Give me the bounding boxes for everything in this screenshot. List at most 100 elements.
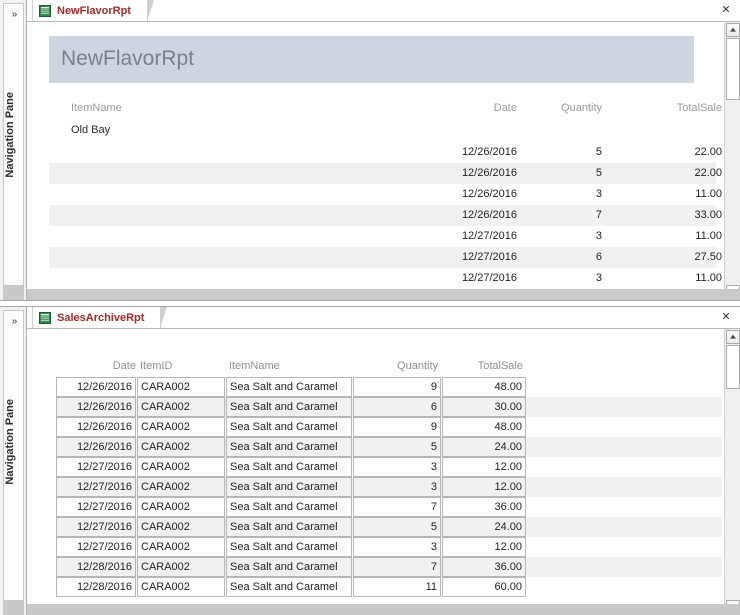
cell-itemid: CARA002: [137, 417, 225, 437]
tab-salesarchiverpt[interactable]: SalesArchiveRpt: [32, 307, 161, 328]
cell-itemname: Sea Salt and Caramel: [226, 477, 352, 497]
vertical-scrollbar-top[interactable]: [724, 22, 740, 300]
scroll-up-arrow-icon[interactable]: [726, 23, 740, 37]
cell-quantity: 5: [522, 163, 602, 184]
cell-itemid: CARA002: [137, 577, 225, 597]
cell-itemname: Sea Salt and Caramel: [226, 577, 352, 597]
cell-itemid: CARA002: [137, 557, 225, 577]
cell-quantity: 11: [353, 577, 441, 597]
tab-label: NewFlavorRpt: [57, 5, 131, 17]
cell-quantity: 6: [522, 247, 602, 268]
document-area-bottom: SalesArchiveRpt ✕ Date ItemID ItemName Q…: [27, 307, 740, 615]
document-area-top: NewFlavorRpt ✕ NewFlavorRpt ItemName Old…: [27, 0, 740, 300]
scroll-up-arrow-icon[interactable]: [726, 330, 740, 344]
cell-date: 12/28/2016: [56, 557, 136, 577]
report-title: NewFlavorRpt: [61, 47, 194, 71]
cell-quantity: 3: [353, 477, 441, 497]
cell-totalsale: 12.00: [442, 457, 526, 477]
cell-itemid: CARA002: [137, 477, 225, 497]
cell-date: 12/26/2016: [56, 437, 136, 457]
tab-newflavorrpt[interactable]: NewFlavorRpt: [32, 0, 148, 21]
report-title-band: NewFlavorRpt: [49, 36, 694, 83]
column-header-quantity: Quantity: [353, 358, 438, 374]
navigation-pane-expand-icon[interactable]: »: [8, 8, 21, 21]
group-header-label: ItemName: [71, 102, 122, 114]
navigation-pane-expand-icon[interactable]: »: [8, 315, 21, 328]
cell-date: 12/26/2016: [407, 163, 517, 184]
cell-quantity: 7: [522, 205, 602, 226]
cell-date: 12/26/2016: [56, 417, 136, 437]
report-canvas-bottom: Date ItemID ItemName Quantity TotalSale …: [27, 329, 740, 615]
cell-date: 12/27/2016: [56, 477, 136, 497]
cell-date: 12/26/2016: [56, 397, 136, 417]
cell-quantity: 5: [353, 517, 441, 537]
status-strip-bottom: [27, 604, 740, 615]
scrollbar-thumb[interactable]: [726, 38, 740, 100]
cell-itemname: Sea Salt and Caramel: [226, 497, 352, 517]
cell-quantity: 5: [522, 142, 602, 163]
report-window-top: » Navigation Pane NewFlavorRpt ✕: [0, 0, 740, 300]
column-header-date: Date: [56, 358, 136, 374]
cell-totalsale: 22.00: [612, 142, 722, 163]
cell-itemname: Sea Salt and Caramel: [226, 557, 352, 577]
vertical-scrollbar-bottom[interactable]: [724, 329, 740, 615]
cell-itemname: Sea Salt and Caramel: [226, 417, 352, 437]
cell-date: 12/27/2016: [56, 537, 136, 557]
navigation-pane-top[interactable]: » Navigation Pane: [0, 0, 27, 300]
cell-itemname: Sea Salt and Caramel: [226, 537, 352, 557]
column-header-date: Date: [407, 102, 517, 114]
cell-itemname: Sea Salt and Caramel: [226, 517, 352, 537]
cell-quantity: 7: [353, 557, 441, 577]
column-header-quantity: Quantity: [522, 102, 602, 114]
cell-itemid: CARA002: [137, 537, 225, 557]
cell-quantity: 3: [522, 184, 602, 205]
cell-itemid: CARA002: [137, 517, 225, 537]
cell-totalsale: 48.00: [442, 377, 526, 397]
navigation-pane-body: » Navigation Pane: [3, 310, 24, 601]
cell-quantity: 9: [353, 377, 441, 397]
cell-itemid: CARA002: [137, 397, 225, 417]
cell-itemid: CARA002: [137, 497, 225, 517]
cell-itemid: CARA002: [137, 377, 225, 397]
status-strip-top: [27, 289, 740, 300]
cell-quantity: 9: [353, 417, 441, 437]
cell-totalsale: 60.00: [442, 577, 526, 597]
cell-totalsale: 12.00: [442, 537, 526, 557]
cell-quantity: 6: [353, 397, 441, 417]
close-icon[interactable]: ✕: [718, 3, 734, 18]
cell-totalsale: 11.00: [612, 268, 722, 289]
scrollbar-thumb[interactable]: [726, 345, 740, 389]
column-header-itemname: ItemName: [229, 358, 355, 374]
tab-strip-bottom: SalesArchiveRpt ✕: [27, 307, 740, 329]
cell-totalsale: 22.00: [612, 163, 722, 184]
report-icon: [39, 312, 51, 324]
navigation-pane-bottom[interactable]: » Navigation Pane: [0, 307, 27, 615]
close-icon[interactable]: ✕: [718, 310, 734, 325]
cell-itemname: Sea Salt and Caramel: [226, 437, 352, 457]
navigation-pane-label: Navigation Pane: [4, 92, 23, 178]
report-icon: [39, 5, 51, 17]
cell-totalsale: 11.00: [612, 226, 722, 247]
cell-date: 12/27/2016: [56, 457, 136, 477]
column-header-totalsale: TotalSale: [612, 102, 722, 114]
cell-totalsale: 33.00: [612, 205, 722, 226]
group-value: Old Bay: [71, 124, 110, 136]
cell-totalsale: 48.00: [442, 417, 526, 437]
column-header-totalsale: TotalSale: [442, 358, 523, 374]
cell-totalsale: 30.00: [442, 397, 526, 417]
cell-totalsale: 11.00: [612, 184, 722, 205]
report-canvas-top: NewFlavorRpt ItemName Old Bay Date Quant…: [27, 22, 740, 300]
column-header-itemid: ItemID: [140, 358, 228, 374]
cell-date: 12/27/2016: [56, 497, 136, 517]
cell-itemid: CARA002: [137, 457, 225, 477]
cell-quantity: 3: [522, 226, 602, 247]
cell-date: 12/27/2016: [56, 517, 136, 537]
cell-date: 12/26/2016: [407, 142, 517, 163]
cell-totalsale: 12.00: [442, 477, 526, 497]
cell-date: 12/26/2016: [56, 377, 136, 397]
window-splitter[interactable]: [0, 300, 740, 307]
cell-quantity: 3: [522, 268, 602, 289]
tab-strip-top: NewFlavorRpt ✕: [27, 0, 740, 22]
cell-quantity: 3: [353, 537, 441, 557]
cell-quantity: 5: [353, 437, 441, 457]
